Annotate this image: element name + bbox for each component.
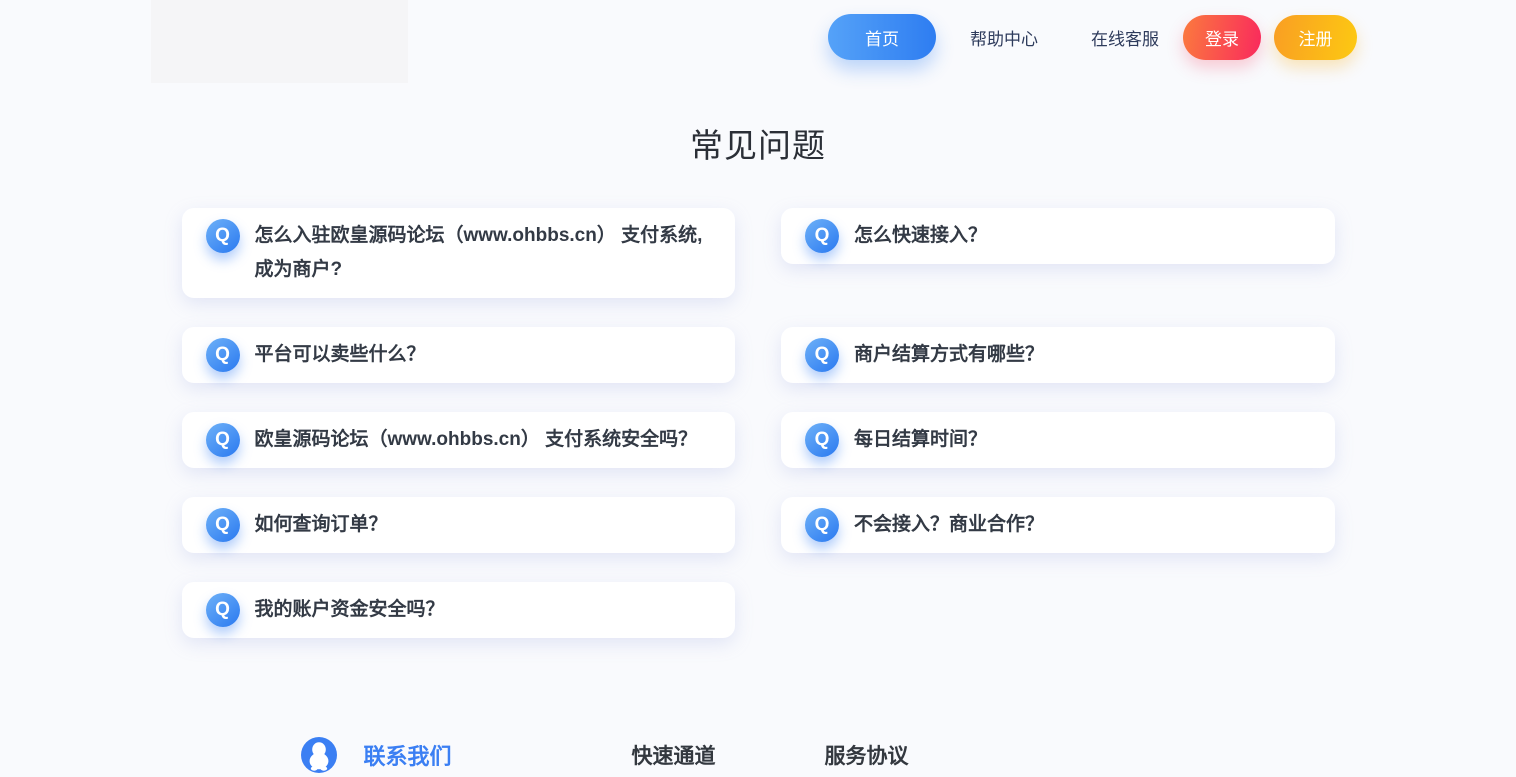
faq-question-text: 不会接入？商业合作？ (854, 508, 1044, 542)
nav-home-button[interactable]: 首页 (828, 14, 936, 60)
qq-icon (301, 737, 337, 773)
faq-question-text: 商户结算方式有哪些？ (854, 338, 1044, 372)
question-icon: Q (206, 593, 240, 627)
faq-card-quick-access[interactable]: Q 怎么快速接入？ (781, 208, 1335, 264)
faq-card-settlement-time[interactable]: Q 每日结算时间？ (781, 412, 1335, 468)
question-icon: Q (805, 219, 839, 253)
main-nav: 首页 帮助中心 在线客服 登录 注册 (828, 14, 1357, 60)
faq-card-query-order[interactable]: Q 如何查询订单？ (182, 497, 736, 553)
faq-card-what-to-sell[interactable]: Q 平台可以卖些什么？ (182, 327, 736, 383)
faq-card-system-safety[interactable]: Q 欧皇源码论坛（www.ohbbs.cn） 支付系统安全吗？ (182, 412, 736, 468)
nav-online-service-link[interactable]: 在线客服 (1091, 25, 1159, 50)
faq-card-funds-safety[interactable]: Q 我的账户资金安全吗？ (182, 582, 736, 638)
faq-question-text: 如何查询订单？ (255, 508, 388, 542)
question-icon: Q (206, 508, 240, 542)
footer-contact[interactable]: 联系我们 (301, 737, 452, 773)
page-title: 常见问题 (0, 128, 1516, 163)
header: 首页 帮助中心 在线客服 登录 注册 (0, 0, 1516, 83)
footer-contact-label: 联系我们 (364, 739, 452, 771)
logo-placeholder (151, 0, 408, 83)
faq-question-text: 平台可以卖些什么？ (255, 338, 426, 372)
question-icon: Q (805, 338, 839, 372)
login-button[interactable]: 登录 (1183, 15, 1261, 60)
faq-question-text: 每日结算时间？ (854, 423, 987, 457)
register-button[interactable]: 注册 (1274, 15, 1357, 60)
question-icon: Q (206, 338, 240, 372)
question-icon: Q (805, 508, 839, 542)
faq-question-text: 怎么入驻欧皇源码论坛（www.ohbbs.cn） 支付系统,成为商户? (255, 219, 706, 287)
question-icon: Q (805, 423, 839, 457)
footer-link-fast-channel[interactable]: 快速通道 (632, 740, 716, 770)
faq-question-text: 我的账户资金安全吗？ (255, 593, 445, 627)
footer: 联系我们 快速通道 服务协议 (182, 737, 1335, 773)
faq-question-text: 怎么快速接入？ (854, 219, 987, 253)
nav-help-center-link[interactable]: 帮助中心 (970, 25, 1038, 50)
faq-card-join-merchant[interactable]: Q 怎么入驻欧皇源码论坛（www.ohbbs.cn） 支付系统,成为商户? (182, 208, 736, 298)
question-icon: Q (206, 219, 240, 253)
faq-card-business-cooperation[interactable]: Q 不会接入？商业合作？ (781, 497, 1335, 553)
question-icon: Q (206, 423, 240, 457)
faq-question-text: 欧皇源码论坛（www.ohbbs.cn） 支付系统安全吗？ (255, 423, 698, 457)
footer-link-service-agreement[interactable]: 服务协议 (825, 740, 909, 770)
faq-list: Q 怎么入驻欧皇源码论坛（www.ohbbs.cn） 支付系统,成为商户? Q … (182, 208, 1335, 638)
faq-card-settlement-methods[interactable]: Q 商户结算方式有哪些？ (781, 327, 1335, 383)
